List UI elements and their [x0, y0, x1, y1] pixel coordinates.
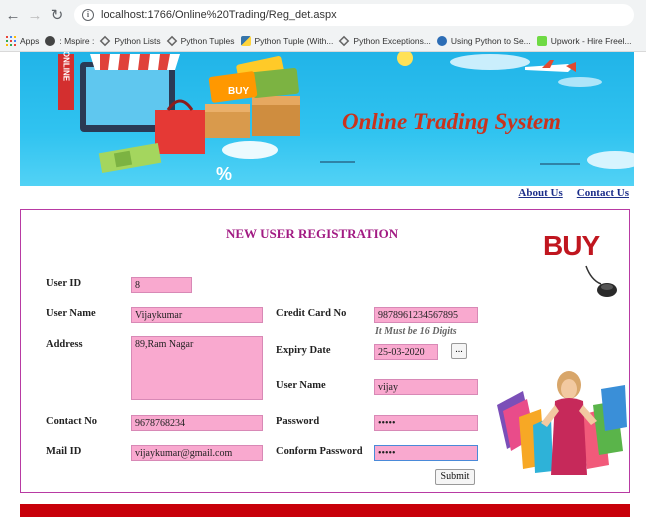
bookmark-python-exceptions[interactable]: Python Exceptions... [339, 35, 431, 46]
banner-online-sign: ONLINE [62, 52, 71, 82]
apps-grid-icon [6, 35, 16, 46]
credit-card-label: Credit Card No [276, 308, 347, 319]
bookmark-using-python[interactable]: Using Python to Se... [436, 35, 531, 46]
bookmark-python-tuple-with[interactable]: Python Tuple (With... [240, 35, 333, 46]
password-input[interactable]: ••••• [374, 415, 478, 431]
diamond-icon [166, 35, 177, 46]
python-icon [240, 35, 251, 46]
bookmark-python-tuples[interactable]: Python Tuples [166, 35, 235, 46]
site-title: Online Trading System [342, 109, 561, 134]
globe-icon [45, 35, 56, 46]
user-name-2-label: User Name [276, 380, 326, 391]
password-label: Password [276, 416, 320, 427]
user-name-2-input[interactable]: vijay [374, 379, 478, 395]
user-name-input[interactable]: Vijaykumar [131, 307, 263, 323]
bookmark-upwork[interactable]: Upwork - Hire Freel... [536, 35, 632, 46]
url-text: localhost:1766/Online%20Trading/Reg_det.… [101, 9, 337, 21]
confirm-password-input[interactable]: ••••• [374, 445, 478, 461]
registration-panel: NEW USER REGISTRATION BUY User ID 8 User… [20, 209, 630, 493]
back-arrow-icon[interactable]: ← [4, 6, 22, 24]
registration-heading: NEW USER REGISTRATION [226, 226, 399, 241]
mail-id-input[interactable]: vijaykumar@gmail.com [131, 445, 263, 461]
credit-card-hint: It Must be 16 Digits [375, 326, 457, 337]
user-id-label: User ID [46, 278, 82, 289]
info-icon[interactable]: i [82, 9, 94, 21]
banner-buy-tag: BUY [228, 86, 249, 97]
reload-icon[interactable]: ↻ [48, 6, 66, 24]
buy-logo: BUY [541, 230, 621, 300]
diamond-icon [100, 35, 111, 46]
date-picker-button[interactable]: ... [451, 343, 467, 359]
address-label: Address [46, 339, 83, 350]
submit-button[interactable]: Submit [435, 469, 475, 485]
globe-icon [436, 35, 447, 46]
contact-no-label: Contact No [46, 416, 98, 427]
contact-no-input[interactable]: 9678768234 [131, 415, 263, 431]
svg-text:%: % [216, 164, 232, 184]
user-name-label: User Name [46, 308, 96, 319]
expiry-date-input[interactable]: 25-03-2020 [374, 344, 438, 360]
expiry-date-label: Expiry Date [276, 345, 331, 356]
bookmark-python-lists[interactable]: Python Lists [100, 35, 161, 46]
diamond-icon [339, 35, 350, 46]
confirm-password-label: Conform Password [276, 446, 363, 457]
address-bar[interactable]: i localhost:1766/Online%20Trading/Reg_de… [74, 4, 634, 26]
shopper-illustration [497, 371, 627, 475]
credit-card-input[interactable]: 9878961234567895 [374, 307, 478, 323]
mouse-icon [585, 265, 617, 297]
mail-id-label: Mail ID [46, 446, 82, 457]
address-textarea[interactable]: 89,Ram Nagar [131, 336, 263, 400]
site-banner: ONLINE BUY % Online Trading System [20, 52, 634, 186]
top-nav: About Us Contact Us [518, 187, 629, 199]
about-us-link[interactable]: About Us [518, 187, 562, 199]
user-id-input[interactable]: 8 [131, 277, 192, 293]
contact-us-link[interactable]: Contact Us [577, 187, 629, 199]
footer-bar [20, 504, 630, 517]
browser-toolbar: ← → ↻ i localhost:1766/Online%20Trading/… [0, 0, 646, 30]
bookmark-apps[interactable]: Apps [6, 35, 39, 46]
bookmarks-bar: Apps : Mspire : Python Lists Python Tupl… [0, 30, 646, 52]
forward-arrow-icon[interactable]: → [26, 6, 44, 24]
bookmark-mspire[interactable]: : Mspire : [45, 35, 94, 46]
upwork-icon [536, 35, 547, 46]
